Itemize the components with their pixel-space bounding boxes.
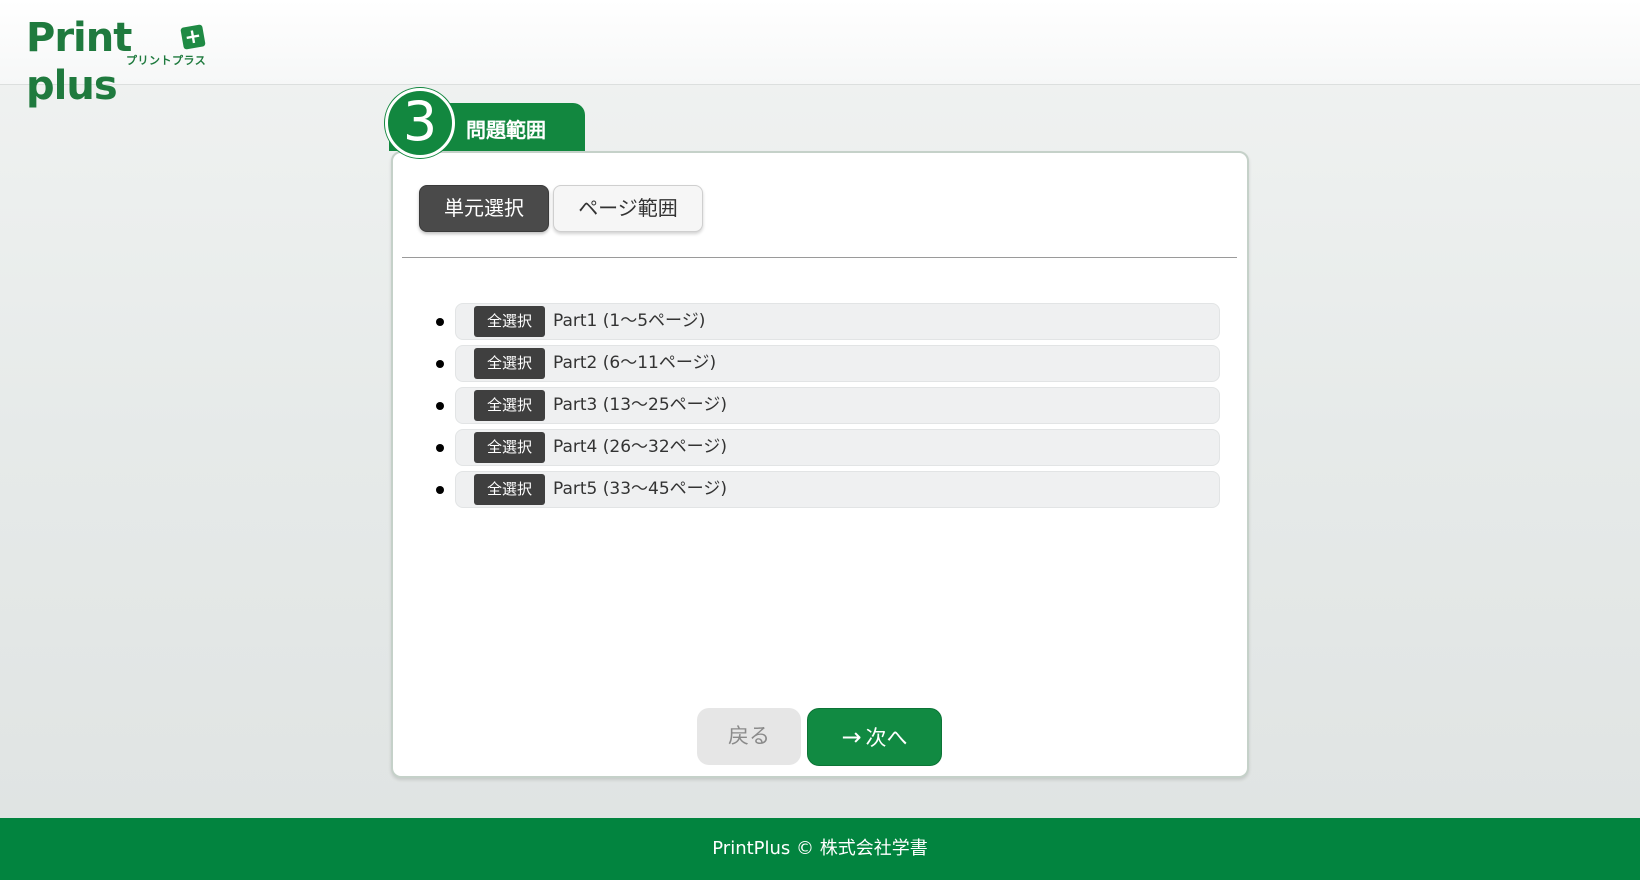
unit-label: Part2 (6〜11ページ) xyxy=(553,353,717,373)
next-button-label: 次へ xyxy=(865,726,908,750)
arrow-right-icon: → xyxy=(841,723,862,751)
header: Print plus + プリントプラス xyxy=(0,0,1640,109)
unit-label: Part1 (1〜5ページ) xyxy=(553,311,706,331)
list-item: 全選択 Part3 (13〜25ページ) xyxy=(430,387,1220,424)
printplus-logo[interactable]: Print plus + プリントプラス xyxy=(26,15,216,109)
logo-plus-icon: + xyxy=(180,23,206,50)
footer-copyright: PrintPlus © 株式会社学書 xyxy=(712,838,928,859)
unit-label: Part4 (26〜32ページ) xyxy=(553,437,727,457)
select-all-button[interactable]: 全選択 xyxy=(474,348,545,379)
step-number-badge: 3 xyxy=(385,88,455,158)
tab-unit-select[interactable]: 単元選択 xyxy=(419,185,549,232)
list-item: 全選択 Part1 (1〜5ページ) xyxy=(430,303,1220,340)
bullet-icon xyxy=(436,318,444,326)
list-item: 全選択 Part5 (33〜45ページ) xyxy=(430,471,1220,508)
unit-label: Part3 (13〜25ページ) xyxy=(553,395,727,415)
select-all-button[interactable]: 全選択 xyxy=(474,390,545,421)
select-all-button[interactable]: 全選択 xyxy=(474,306,545,337)
bullet-icon xyxy=(436,444,444,452)
next-button[interactable]: → 次へ xyxy=(807,708,942,766)
step-title: 問題範囲 xyxy=(466,118,546,142)
list-item: 全選択 Part4 (26〜32ページ) xyxy=(430,429,1220,466)
select-all-button[interactable]: 全選択 xyxy=(474,432,545,463)
bullet-icon xyxy=(436,360,444,368)
list-item: 全選択 Part2 (6〜11ページ) xyxy=(430,345,1220,382)
select-all-button[interactable]: 全選択 xyxy=(474,474,545,505)
divider xyxy=(402,257,1237,258)
footer: PrintPlus © 株式会社学書 xyxy=(0,818,1640,880)
logo-subtitle: プリントプラス xyxy=(126,54,207,67)
unit-label: Part5 (33〜45ページ) xyxy=(553,479,727,499)
bullet-icon xyxy=(436,402,444,410)
tab-page-range[interactable]: ページ範囲 xyxy=(553,185,703,232)
unit-list: 全選択 Part1 (1〜5ページ) 全選択 Part2 (6〜11ページ) 全… xyxy=(430,303,1220,513)
bullet-icon xyxy=(436,486,444,494)
back-button[interactable]: 戻る xyxy=(697,708,801,765)
